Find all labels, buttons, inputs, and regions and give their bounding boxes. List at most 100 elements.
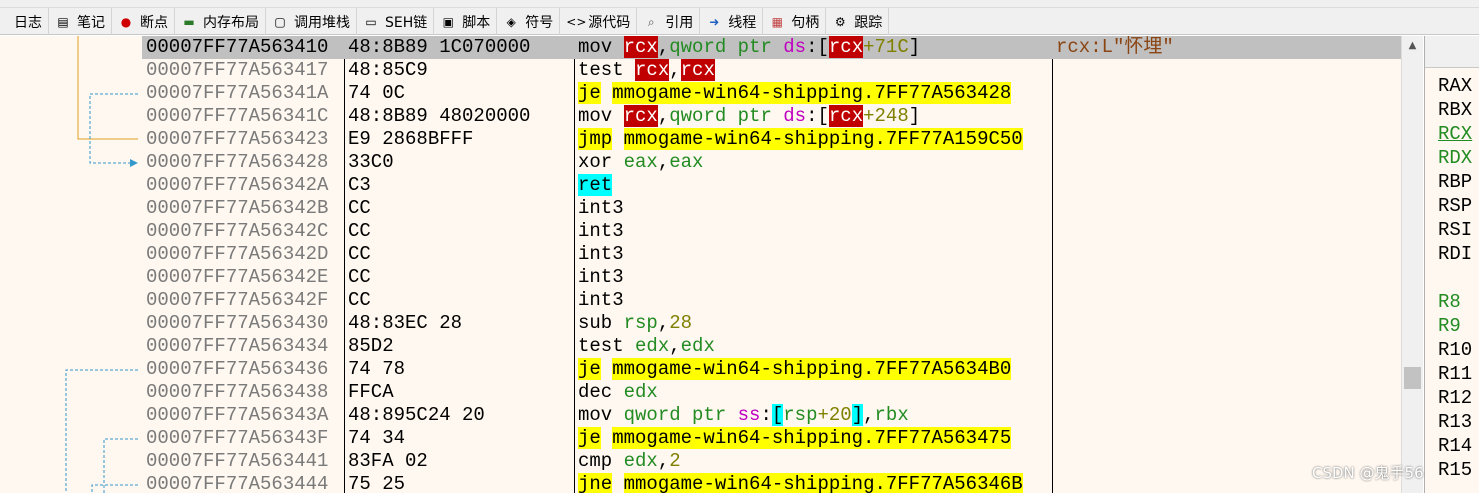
bytes-cell: ˇ75 25 <box>348 473 578 493</box>
disasm-row[interactable]: 00007FF77A56342E CC int3 <box>142 266 1401 289</box>
instruction-token: +20 <box>817 404 852 426</box>
register-r11[interactable]: R11 <box>1438 362 1472 386</box>
scroll-up-icon[interactable]: ▲ <box>1402 36 1423 56</box>
register-r10[interactable]: R10 <box>1438 338 1472 362</box>
disasm-row[interactable]: 00007FF77A563444 ˇ75 25jne mmogame-win64-… <box>142 473 1401 493</box>
disasm-row[interactable]: 00007FF77A56342D CC int3 <box>142 243 1401 266</box>
tab-label: 源代码 <box>588 14 631 31</box>
disasm-row[interactable]: 00007FF77A56341C 48:8B89 48020000 mov rcx,… <box>142 105 1401 128</box>
address-cell: 00007FF77A563430 <box>146 312 329 334</box>
tab-memory-map[interactable]: ▬ 内存布局 <box>175 8 266 35</box>
address-cell: 00007FF77A56342D <box>146 243 329 265</box>
disassembly-view[interactable]: 00007FF77A563410 48:8B89 1C070000 mov rcx,… <box>142 36 1401 493</box>
disasm-row[interactable]: 00007FF77A563430 48:83EC 28 sub rsp,28 <box>142 312 1401 335</box>
registers-panel: RAX RBX RCX RDX RBP RSP RSI RDI R8 R9 R10 R11 R12 R13… <box>1424 36 1479 493</box>
instruction-token: rcx <box>635 59 670 81</box>
register-rbx[interactable]: RBX <box>1438 98 1472 122</box>
register-r14[interactable]: R14 <box>1438 434 1472 458</box>
instruction-token: mmogame-win64-shipping.7FF77A56346B <box>623 473 1023 493</box>
instruction-cell: xor eax,eax <box>578 151 1056 174</box>
address-cell: 00007FF77A56343A <box>146 404 329 426</box>
bytes-cell: CC <box>348 220 578 243</box>
tab-references[interactable]: ⌕ 引用 <box>637 8 701 35</box>
disasm-row[interactable]: 00007FF77A56343F ˇ74 34je mmogame-win64-s… <box>142 427 1401 450</box>
disasm-row[interactable]: 00007FF77A563428 33C0 xor eax,eax <box>142 151 1401 174</box>
instruction-cell: jne mmogame-win64-shipping.7FF77A56346B <box>578 473 1056 493</box>
disasm-row[interactable]: 00007FF77A563434 85D2 test edx,edx <box>142 335 1401 358</box>
tab-symbols[interactable]: ◈ 符号 <box>497 8 561 35</box>
watermark: CSDN @鬼手56 <box>1312 464 1424 482</box>
disasm-row[interactable]: 00007FF77A563441 83FA 02 cmp edx,2 <box>142 450 1401 473</box>
instruction-token: ss <box>737 404 761 426</box>
instruction-cell: int3 <box>578 220 1056 243</box>
tab-source[interactable]: <> 源代码 <box>560 8 638 35</box>
address-cell: 00007FF77A563410 <box>146 36 329 58</box>
instruction-cell: test edx,edx <box>578 335 1056 358</box>
instruction-token: , <box>669 59 681 81</box>
instruction-token: rbx <box>874 404 909 426</box>
instruction-cell: cmp edx,2 <box>578 450 1056 473</box>
disasm-row[interactable]: 00007FF77A563410 48:8B89 1C070000 mov rcx,… <box>142 36 1401 59</box>
disasm-row[interactable]: 00007FF77A563436 ˇ74 78je mmogame-win64-s… <box>142 358 1401 381</box>
register-r15[interactable]: R15 <box>1438 458 1472 482</box>
bytes-text: 75 25 <box>348 473 406 493</box>
disasm-row[interactable]: 00007FF77A563423 ^E9 2868BFFFjmp mmogame-… <box>142 128 1401 151</box>
instruction-token: :[ <box>806 105 829 127</box>
instruction-token: qword ptr <box>623 404 738 426</box>
disasm-row[interactable]: 00007FF77A56342B CC int3 <box>142 197 1401 220</box>
instruction-token: edx <box>635 335 670 357</box>
register-r9[interactable]: R9 <box>1438 314 1472 338</box>
disasm-row[interactable]: 00007FF77A56341A ˇ74 0Cje mmogame-win64-s… <box>142 82 1401 105</box>
register-r13[interactable]: R13 <box>1438 410 1472 434</box>
register-rsp[interactable]: RSP <box>1438 194 1472 218</box>
disasm-row[interactable]: 00007FF77A563417 48:85C9 test rcx,rcx <box>142 59 1401 82</box>
comment-cell: rcx:L"怀埋" <box>1056 36 1174 58</box>
tab-log[interactable]: 日志 <box>0 8 49 35</box>
tab-callstack[interactable]: ▢ 调用堆栈 <box>266 8 357 35</box>
instruction-token: 2 <box>669 450 681 472</box>
register-r12[interactable]: R12 <box>1438 386 1472 410</box>
register-rdi[interactable]: RDI <box>1438 242 1472 266</box>
disasm-row[interactable]: 00007FF77A56342F CC int3 <box>142 289 1401 312</box>
instruction-token: eax <box>669 151 704 173</box>
tab-seh[interactable]: ▭ SEH链 <box>357 8 435 35</box>
instruction-token: je <box>578 82 601 104</box>
instruction-token: mov <box>578 105 624 127</box>
instruction-token: :[ <box>806 36 829 58</box>
disasm-row[interactable]: 00007FF77A56342C CC int3 <box>142 220 1401 243</box>
register-rcx[interactable]: RCX <box>1438 122 1472 146</box>
register-r8[interactable]: R8 <box>1438 290 1472 314</box>
instruction-token: edx <box>623 450 658 472</box>
instruction-token: ] <box>908 105 921 127</box>
scroll-thumb[interactable] <box>1404 367 1421 389</box>
disasm-row[interactable]: 00007FF77A563438 FFCA dec edx <box>142 381 1401 404</box>
address-cell: 00007FF77A56341A <box>146 82 329 104</box>
instruction-cell: je mmogame-win64-shipping.7FF77A563428 <box>578 82 1056 105</box>
instruction-token: mmogame-win64-shipping.7FF77A563428 <box>612 82 1012 104</box>
script-icon: ▣ <box>442 14 454 29</box>
instruction-token: ds <box>783 36 807 58</box>
register-rdx[interactable]: RDX <box>1438 146 1472 170</box>
register-rbp[interactable]: RBP <box>1438 170 1472 194</box>
instruction-cell: int3 <box>578 289 1056 312</box>
bytes-cell: FFCA <box>348 381 578 404</box>
tab-notes[interactable]: ▤ 笔记 <box>49 8 112 35</box>
tab-trace[interactable]: ⚙ 跟踪 <box>826 8 890 35</box>
bytes-cell: 33C0 <box>348 151 578 174</box>
tab-handles[interactable]: ▦ 句柄 <box>763 8 827 35</box>
instruction-token: test <box>578 335 636 357</box>
register-rsi[interactable]: RSI <box>1438 218 1472 242</box>
instruction-token: int3 <box>578 197 624 219</box>
tab-threads[interactable]: ➜ 线程 <box>700 8 764 35</box>
bytes-text: C3 <box>348 174 371 196</box>
instruction-token: rsp <box>623 312 658 334</box>
instruction-token <box>612 473 623 493</box>
bytes-text: CC <box>348 243 371 265</box>
tab-script[interactable]: ▣ 脚本 <box>434 8 498 35</box>
disassembly-scrollbar[interactable]: ▲ <box>1401 36 1423 493</box>
tab-breakpoint[interactable]: ● 断点 <box>112 8 175 35</box>
register-rax[interactable]: RAX <box>1438 74 1472 98</box>
disasm-row[interactable]: 00007FF77A56343A 48:895C24 20 mov qword pt… <box>142 404 1401 427</box>
disasm-row[interactable]: 00007FF77A56342A C3 ret <box>142 174 1401 197</box>
instruction-token: , <box>863 404 875 426</box>
